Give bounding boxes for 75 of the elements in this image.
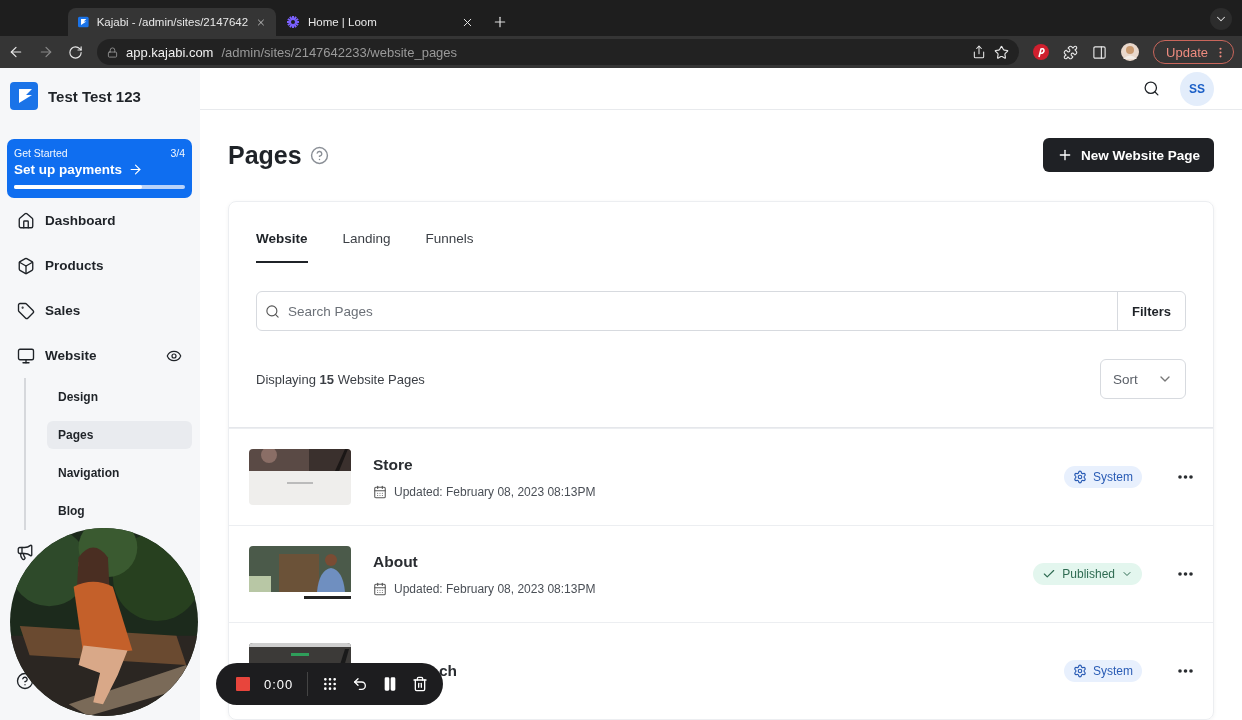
help-icon	[309, 145, 329, 165]
status-badge: System	[1064, 466, 1142, 488]
sort-dropdown[interactable]: Sort	[1100, 359, 1186, 399]
home-icon	[17, 211, 35, 230]
logo-icon	[78, 15, 89, 29]
calendar-icon	[373, 581, 387, 596]
check-icon	[1042, 567, 1057, 581]
timer: 0:00	[264, 676, 294, 692]
search-icon[interactable]	[1143, 80, 1160, 97]
get-started-card[interactable]: Get Started 3/4 Set up payments	[7, 139, 192, 198]
calendar-icon	[373, 484, 387, 499]
megaphone-icon	[16, 543, 34, 561]
tab[interactable]: Website	[256, 228, 308, 263]
step-count: 3/4	[170, 147, 185, 159]
delete-button[interactable]	[412, 676, 429, 692]
monitor-icon	[17, 346, 35, 365]
logo-icon	[10, 82, 38, 110]
reload-icon[interactable]	[68, 44, 83, 60]
side-panel-icon[interactable]	[1092, 44, 1108, 60]
help-icon[interactable]	[16, 672, 34, 690]
search-field[interactable]: Search Pages Filters	[256, 291, 1186, 331]
browser-tab[interactable]: Kajabi - /admin/sites/2147642	[68, 8, 276, 36]
updated-date: Updated: February 08, 2023 08:13PM	[394, 581, 596, 596]
filters-button[interactable]: Filters	[1117, 292, 1185, 330]
page-title: Pages	[228, 140, 302, 170]
site-name: Test Test 123	[48, 87, 141, 105]
ellipsis-icon	[1178, 572, 1193, 576]
arrow-icon	[128, 162, 144, 177]
nav-subitem[interactable]: Pages	[47, 421, 192, 449]
page-name[interactable]: About	[373, 552, 1012, 571]
lock-icon	[107, 46, 118, 58]
gear-icon	[1073, 470, 1087, 484]
nav-subitem[interactable]: Navigation	[47, 459, 192, 487]
page-name[interactable]: Store	[373, 455, 1042, 474]
logo-icon	[286, 15, 300, 29]
updated-date: Updated: February 08, 2023 08:13PM	[394, 484, 596, 499]
status-dropdown[interactable]: Published	[1033, 563, 1142, 585]
card-title: Set up payments	[14, 162, 123, 177]
grid-button[interactable]	[322, 676, 339, 692]
url-host: app.kajabi.com	[126, 44, 214, 60]
more-button[interactable]	[1178, 669, 1193, 673]
nav-item[interactable]: Products	[7, 243, 192, 288]
pin-icon[interactable]	[1033, 44, 1050, 60]
star-icon	[994, 44, 1010, 60]
user-avatar[interactable]: SS	[1180, 71, 1214, 106]
ellipsis-icon	[1178, 475, 1193, 479]
undo-button[interactable]	[352, 676, 369, 692]
ellipsis-icon	[1178, 669, 1193, 673]
forward-icon	[38, 44, 54, 60]
new-tab-icon[interactable]	[492, 14, 508, 30]
nav-item[interactable]: Dashboard	[7, 198, 192, 243]
tab[interactable]: Funnels	[425, 228, 474, 263]
nav-item[interactable]: Sales	[7, 288, 192, 333]
browser-tab[interactable]: Home | Loom	[276, 8, 484, 36]
more-button[interactable]	[1178, 475, 1193, 479]
search-icon	[265, 303, 280, 319]
results-count: Displaying 15 Website Pages	[256, 371, 426, 387]
status-badge: System	[1064, 660, 1142, 682]
gear-icon	[1073, 664, 1087, 678]
new-page-button[interactable]: New Website Page	[1042, 138, 1214, 172]
profile-avatar[interactable]	[1121, 43, 1140, 61]
card-label: Get Started	[14, 147, 68, 159]
extensions-icon[interactable]	[1063, 44, 1079, 60]
page-name[interactable]: ch	[439, 662, 1042, 680]
tab[interactable]: Landing	[342, 228, 391, 263]
more-button[interactable]	[1178, 572, 1193, 576]
nav-subitem[interactable]: Blog	[47, 497, 192, 525]
share-icon	[972, 45, 987, 59]
nav-subitem[interactable]: Design	[47, 383, 192, 411]
tag-icon	[17, 301, 35, 320]
nav-item[interactable]: Website	[7, 333, 192, 378]
box-icon	[17, 256, 35, 275]
address-bar[interactable]: app.kajabi.com /admin/sites/2147642233/website_pages	[97, 39, 1020, 65]
url-path: /admin/sites/2147642233/website_pages	[221, 44, 459, 60]
back-icon[interactable]	[8, 44, 24, 60]
